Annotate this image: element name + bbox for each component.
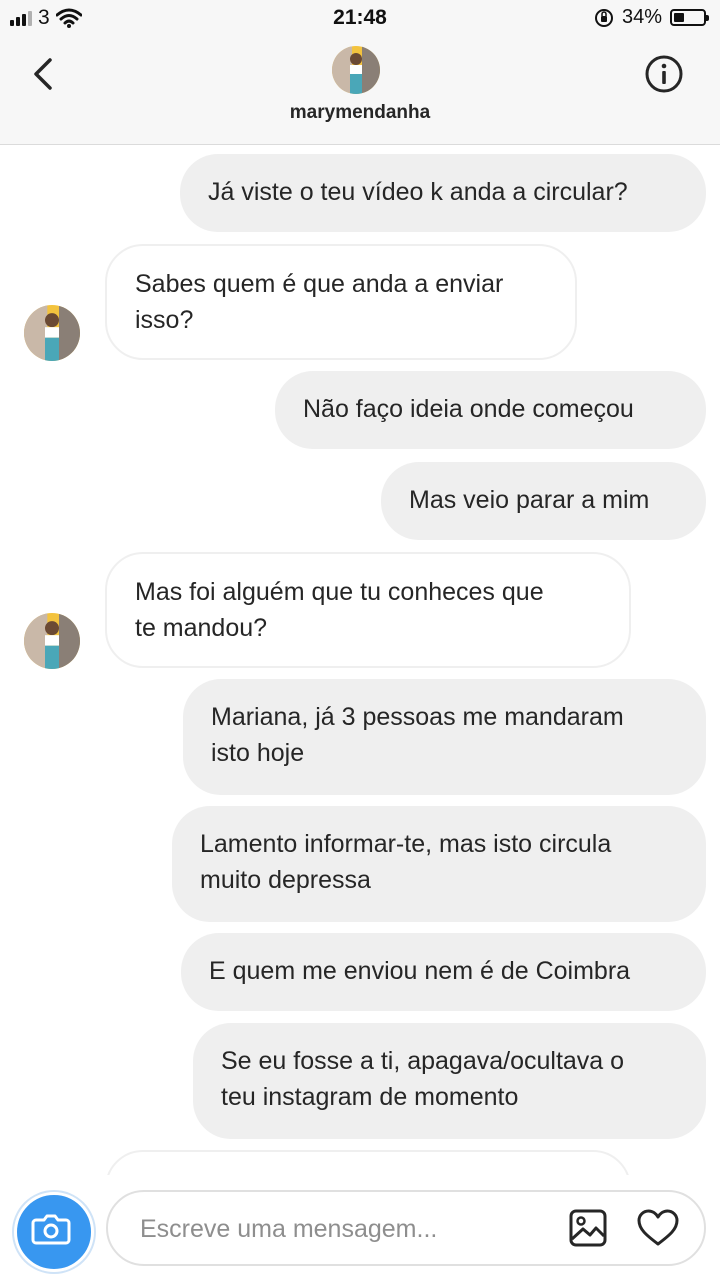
profile-photo-icon: [332, 46, 380, 94]
message-bubble-received[interactable]: Mas foi alguém que tu conheces que te ma…: [105, 552, 631, 668]
chat-username[interactable]: marymendanha: [0, 102, 720, 124]
camera-icon: [31, 1214, 71, 1245]
message-bubble-sent[interactable]: E quem me enviou nem é de Coimbra: [181, 933, 706, 1011]
message-bubble-sent[interactable]: Não faço ideia onde começou: [275, 371, 706, 449]
message-bubble-sent[interactable]: Mariana, já 3 pessoas me mandaram isto h…: [183, 679, 706, 795]
message-input[interactable]: [138, 1210, 542, 1248]
message-input-container[interactable]: [106, 1190, 706, 1266]
message-bubble-sent[interactable]: Mas veio parar a mim: [381, 462, 706, 540]
heart-icon[interactable]: [636, 1208, 680, 1248]
chat-header: marymendanha: [0, 36, 720, 145]
message-bubble-sent[interactable]: Já viste o teu vídeo k anda a circular?: [180, 154, 706, 232]
info-icon[interactable]: [644, 54, 684, 94]
header-avatar[interactable]: [332, 46, 380, 94]
back-arrow-icon[interactable]: [28, 54, 60, 94]
message-bubble-sent[interactable]: Se eu fosse a ti, apagava/ocultava o teu…: [193, 1023, 706, 1139]
sender-avatar[interactable]: [24, 305, 80, 361]
message-bubble-sent[interactable]: Lamento informar-te, mas isto circula mu…: [172, 806, 706, 922]
orientation-lock-icon: [594, 8, 613, 27]
camera-button[interactable]: [14, 1192, 94, 1272]
gallery-icon[interactable]: [568, 1208, 608, 1248]
sender-avatar[interactable]: [24, 613, 80, 669]
message-composer: [0, 1176, 720, 1280]
profile-photo-icon: [24, 305, 80, 361]
message-bubble-received-partial[interactable]: [105, 1150, 631, 1175]
status-bar: 3 21:48 34%: [0, 0, 720, 36]
message-thread[interactable]: Já viste o teu vídeo k anda a circular? …: [0, 145, 720, 1175]
battery-percent: 34%: [621, 6, 662, 28]
profile-photo-icon: [24, 613, 80, 669]
battery-icon: [670, 9, 709, 26]
message-bubble-received[interactable]: Sabes quem é que anda a enviar isso?: [105, 244, 577, 360]
status-right: 34%: [594, 6, 709, 29]
